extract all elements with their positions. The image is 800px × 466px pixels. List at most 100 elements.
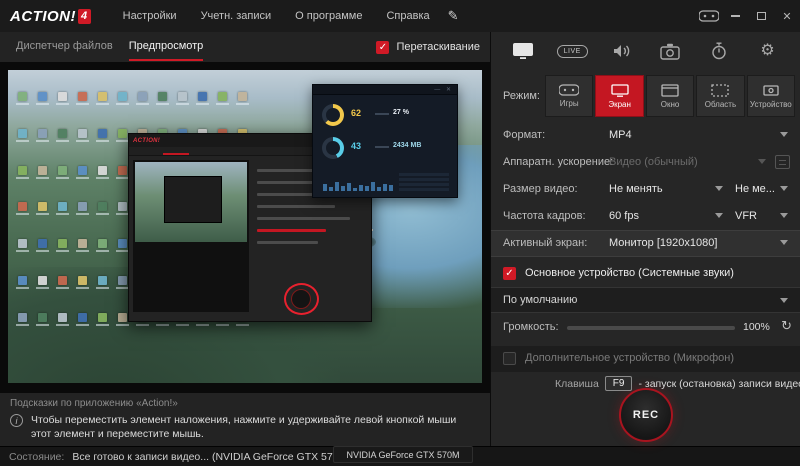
window-controls: ✕ <box>696 0 800 32</box>
menu-settings[interactable]: Настройки <box>111 0 189 32</box>
chevron-down-icon <box>715 213 723 218</box>
video-size-row[interactable]: Размер видео: Не менять Не ме... <box>491 176 800 203</box>
screen-recording-tab-icon[interactable] <box>505 38 541 64</box>
screenshot-tab-icon[interactable] <box>652 38 688 64</box>
hud-line <box>375 146 389 148</box>
hud-temp-value: 62 <box>351 108 362 118</box>
volume-value: 100% <box>743 321 770 333</box>
menu-help[interactable]: Справка <box>374 0 441 32</box>
desktop-icon <box>12 301 32 338</box>
mode-device-button[interactable]: Устройство <box>746 75 796 117</box>
desktop-icon <box>232 80 252 117</box>
settings-fields: Формат: MP4 Аппаратн. ускорение: Видео (… <box>491 122 800 257</box>
desktop-icon <box>12 191 32 228</box>
framerate-mode-value: VFR <box>735 210 757 222</box>
minimize-button[interactable] <box>722 0 748 32</box>
tab-preview[interactable]: Предпросмотр <box>128 33 204 61</box>
settings-tab-icon[interactable]: ⚙ <box>750 38 786 64</box>
chevron-down-icon <box>780 298 788 303</box>
secondary-audio-label: Дополнительное устройство (Микрофон) <box>525 352 734 364</box>
desktop-icon <box>72 264 92 301</box>
desktop-icon <box>52 117 72 154</box>
framerate-value: 60 fps <box>609 210 639 222</box>
desktop-icon <box>92 264 112 301</box>
desktop-icon <box>52 264 72 301</box>
secondary-audio-row[interactable]: Дополнительное устройство (Микрофон) <box>491 346 800 372</box>
hw-options-icon <box>775 155 790 169</box>
recording-panel: LIVE ⚙ Режим: Игры Экран Окно Область Ус… <box>490 32 800 446</box>
framerate-row[interactable]: Частота кадров: 60 fps VFR <box>491 203 800 230</box>
primary-audio-checkbox[interactable]: ✓ <box>503 267 516 280</box>
desktop-icon <box>52 191 72 228</box>
rec-button[interactable]: REC <box>619 388 673 442</box>
mode-window-button[interactable]: Окно <box>645 75 695 117</box>
format-row[interactable]: Формат: MP4 <box>491 122 800 149</box>
primary-audio-row[interactable]: ✓ Основное устройство (Системные звуки) <box>491 260 800 287</box>
mode-region-label: Область <box>704 99 737 109</box>
drag-checkbox-row[interactable]: ✓ Перетаскивание <box>376 40 480 54</box>
desktop-icon <box>92 117 112 154</box>
mode-games-button[interactable]: Игры <box>545 75 594 117</box>
gear-icon: ⚙ <box>760 42 775 59</box>
tab-file-manager[interactable]: Диспетчер файлов <box>16 33 113 61</box>
desktop-icon <box>32 227 52 264</box>
app-logo-badge: 4 <box>78 8 91 24</box>
maximize-button[interactable] <box>748 0 774 32</box>
desktop-icon <box>52 154 72 191</box>
volume-slider[interactable] <box>567 326 735 330</box>
desktop-icon <box>12 154 32 191</box>
hud-monitor-window: — ✕ 62 43 27 % 2434 MB <box>312 84 458 198</box>
gamepad-icon[interactable] <box>696 0 722 32</box>
captured-desktop: ACTION! • • • <box>8 70 482 383</box>
hud-bars <box>323 171 393 191</box>
inner-nested-preview <box>135 162 247 242</box>
mode-screen-button[interactable]: Экран <box>595 75 644 117</box>
preview-area[interactable]: ACTION! • • • <box>0 62 490 463</box>
hud-ram-value: 2434 MB <box>393 142 422 149</box>
desktop-icon <box>92 80 112 117</box>
hud-line <box>375 113 389 115</box>
hud-titlebar: — ✕ <box>313 85 457 95</box>
secondary-audio-checkbox[interactable] <box>503 352 516 365</box>
chevron-down-icon <box>758 159 766 164</box>
info-icon: i <box>10 414 23 427</box>
hints-panel: Подсказки по приложению «Action!» i Чтоб… <box>0 393 490 446</box>
volume-reset-icon[interactable]: ↻ <box>781 318 792 334</box>
mode-region-button[interactable]: Область <box>696 75 745 117</box>
audio-section: ✓ Основное устройство (Системные звуки) … <box>491 260 800 372</box>
format-value: MP4 <box>609 129 632 141</box>
live-streaming-tab-icon[interactable]: LIVE <box>554 38 590 64</box>
pen-tool-icon[interactable]: ✎ <box>448 8 459 24</box>
primary-audio-label: Основное устройство (Системные звуки) <box>525 267 734 279</box>
hotkey-row: Клавиша F9 - запуск (остановка) записи в… <box>555 376 800 391</box>
audio-device-value: По умолчанию <box>503 294 578 306</box>
active-screen-row[interactable]: Активный экран: Монитор [1920x1080] <box>491 230 800 257</box>
desktop-icon <box>72 191 92 228</box>
mode-games-label: Игры <box>559 99 579 108</box>
inner-setting-row <box>257 241 319 244</box>
titlebar: ACTION! 4 Настройки Учетн. записи О прог… <box>0 0 800 32</box>
desktop-icon <box>32 80 52 117</box>
hud-gpu-gauge <box>322 104 344 126</box>
hotkey-key[interactable]: F9 <box>604 376 633 391</box>
video-size-value-2: Не ме... <box>735 183 775 195</box>
hw-accel-value: Видео (обычный) <box>609 156 698 168</box>
volume-row: Громкость: 100% ↻ <box>491 313 800 341</box>
audio-device-select[interactable]: По умолчанию <box>491 287 800 313</box>
hud-graph <box>399 171 449 191</box>
drag-checkbox[interactable]: ✓ <box>376 40 390 54</box>
close-button[interactable]: ✕ <box>774 0 800 32</box>
hotkey-label: Клавиша <box>555 377 599 390</box>
hw-accel-row: Аппаратн. ускорение: Видео (обычный) <box>491 149 800 176</box>
desktop-icon <box>12 80 32 117</box>
menu-accounts[interactable]: Учетн. записи <box>189 0 284 32</box>
benchmark-tab-icon[interactable] <box>701 38 737 64</box>
inner-preview-pane <box>133 160 249 312</box>
inner-volume-slider <box>257 229 326 232</box>
desktop-icon <box>92 227 112 264</box>
menu-about[interactable]: О программе <box>283 0 374 32</box>
chevron-down-icon <box>780 132 788 137</box>
audio-recording-tab-icon[interactable] <box>603 38 639 64</box>
rec-button-label: REC <box>632 409 660 421</box>
rec-highlight-circle <box>284 283 319 315</box>
